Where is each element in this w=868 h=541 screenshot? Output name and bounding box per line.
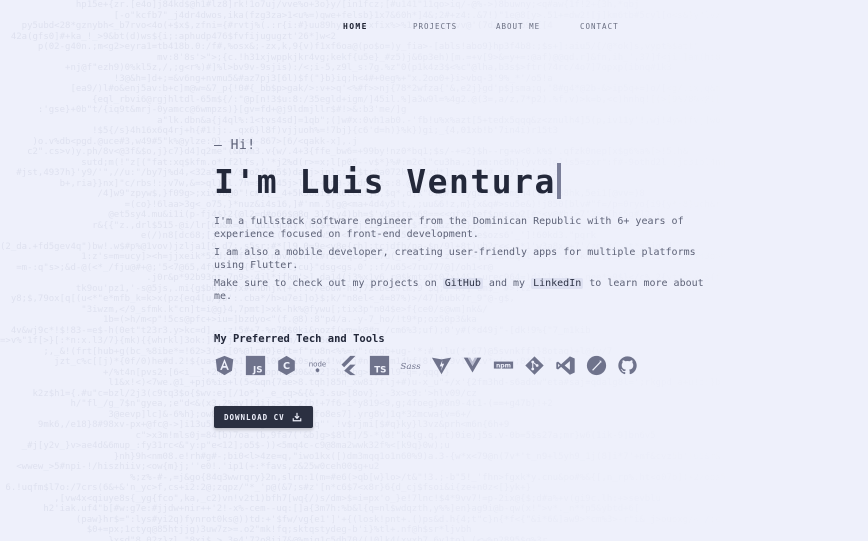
- c-icon: C: [276, 355, 297, 376]
- tools-heading: My Preferred Tech and Tools: [214, 333, 385, 345]
- flutter-icon: [338, 355, 359, 376]
- npm-icon: npm: [493, 355, 514, 376]
- intro-description: I'm a fullstack software engineer from t…: [214, 215, 704, 303]
- github-link[interactable]: GitHub: [442, 278, 483, 289]
- git-icon: [524, 355, 545, 376]
- vue-icon: [462, 355, 483, 376]
- js-label: JS: [252, 366, 263, 376]
- typescript-icon: TS: [369, 355, 390, 376]
- ts-label: TS: [374, 366, 386, 376]
- vite-icon: [431, 355, 452, 376]
- nav-home[interactable]: HOME: [343, 20, 368, 33]
- node-label: node: [309, 360, 326, 368]
- typing-cursor: [556, 163, 561, 199]
- nav-about-me[interactable]: ABOUT ME: [496, 20, 540, 33]
- hero-title: I'm Luis Ventura: [214, 161, 714, 201]
- swift-icon: [586, 355, 607, 376]
- linkedin-link[interactable]: LinkedIn: [531, 278, 584, 289]
- para3-text-b: and my: [482, 278, 532, 289]
- node-icon: node: [307, 355, 328, 376]
- npm-label: npm: [496, 363, 511, 370]
- para3-text-a: Make sure to check out my projects on: [214, 278, 443, 289]
- intro-paragraph-2: I am also a mobile developer, creating u…: [214, 247, 696, 271]
- hero-title-text: I'm Luis Ventura: [214, 161, 556, 201]
- intro-paragraph-3: Make sure to check out my projects on Gi…: [214, 277, 704, 303]
- nav-contact[interactable]: CONTACT: [580, 20, 619, 33]
- vscode-icon: [555, 355, 576, 376]
- download-cv-button[interactable]: DOWNLOAD CV: [214, 406, 313, 428]
- javascript-icon: JS: [245, 355, 266, 376]
- sass-label: Sass: [400, 362, 421, 372]
- nav-projects[interactable]: PROJECTS: [413, 20, 457, 33]
- hero-section: — Hi! I'm Luis Ventura I'm a fullstack s…: [214, 138, 714, 428]
- greeting-text: — Hi!: [214, 138, 256, 153]
- angular-icon: [214, 355, 235, 376]
- download-icon: [292, 412, 302, 422]
- c-label: C: [283, 361, 290, 372]
- download-cv-label: DOWNLOAD CV: [224, 412, 285, 422]
- intro-paragraph-1: I'm a fullstack software engineer from t…: [214, 216, 684, 240]
- sass-icon: Sass: [400, 355, 421, 376]
- tools-icon-row: JS C node TS Sass npm: [214, 355, 714, 376]
- github-icon: [617, 355, 638, 376]
